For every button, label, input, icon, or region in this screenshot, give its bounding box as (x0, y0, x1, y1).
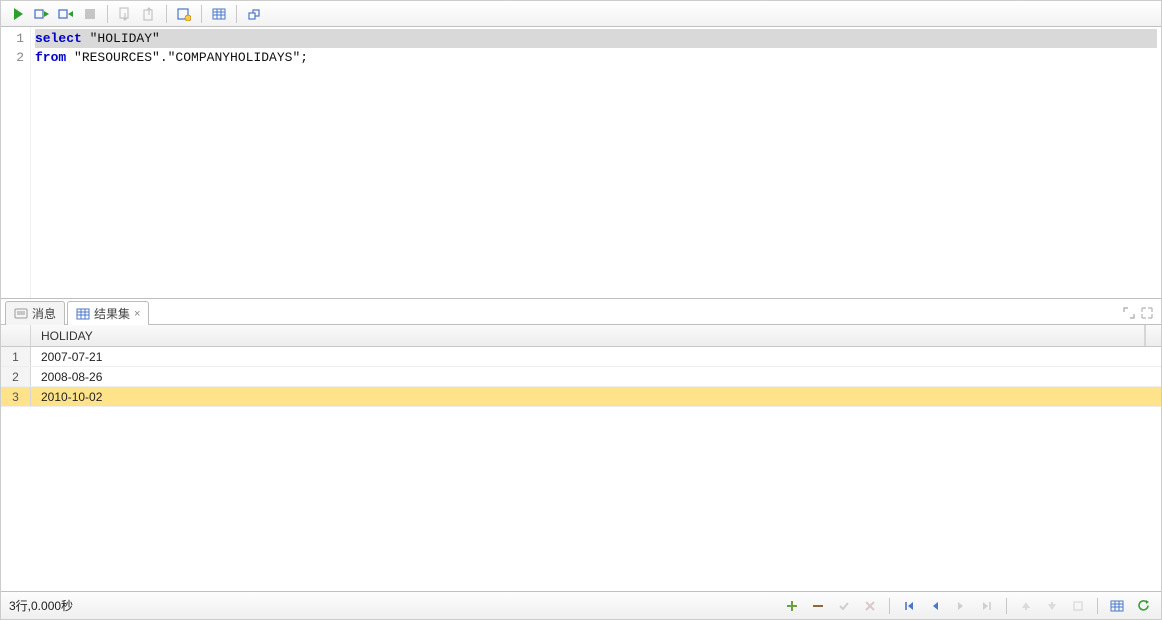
maximize-icon[interactable] (1123, 307, 1135, 322)
run-icon[interactable] (7, 3, 29, 25)
exec-step-icon[interactable] (31, 3, 53, 25)
toolbar-separator (166, 5, 167, 23)
export-sql-icon (114, 3, 136, 25)
clear-sort-icon (1068, 596, 1088, 616)
line-number: 2 (1, 48, 24, 67)
sort-desc-icon (1042, 596, 1062, 616)
pin-result-icon[interactable] (243, 3, 265, 25)
toolbar-separator (236, 5, 237, 23)
tab-messages[interactable]: 消息 (5, 301, 65, 325)
table-row[interactable]: 2 2008-08-26 (1, 367, 1161, 387)
grid-view-icon[interactable] (208, 3, 230, 25)
sql-keyword: select (35, 31, 82, 46)
last-page-icon (977, 596, 997, 616)
next-page-icon (951, 596, 971, 616)
tab-label: 结果集 (94, 305, 130, 322)
table-row[interactable]: 1 2007-07-21 (1, 347, 1161, 367)
cell[interactable]: 2010-10-02 (31, 387, 1161, 406)
row-number: 1 (1, 347, 31, 366)
line-number: 1 (1, 29, 24, 48)
grid-settings-icon[interactable] (1107, 596, 1127, 616)
tab-results[interactable]: 结果集 × (67, 301, 149, 325)
restore-icon[interactable] (1141, 307, 1153, 322)
status-text: 3行,0.000秒 (9, 597, 73, 614)
commit-icon (834, 596, 854, 616)
code-area[interactable]: select "HOLIDAY" from "RESOURCES"."COMPA… (31, 27, 1161, 298)
table-row[interactable]: 3 2010-10-02 (1, 387, 1161, 407)
grid-body[interactable]: 1 2007-07-21 2 2008-08-26 3 2010-10-02 (1, 347, 1161, 591)
grid-scroll-spacer (1145, 325, 1161, 346)
result-tabs: 消息 结果集 × (1, 299, 1161, 325)
sql-text: "RESOURCES"."COMPANYHOLIDAYS"; (66, 50, 308, 65)
stop-icon (79, 3, 101, 25)
sort-asc-icon (1016, 596, 1036, 616)
sql-console-window: 1 2 select "HOLIDAY" from "RESOURCES"."C… (0, 0, 1162, 620)
close-icon[interactable]: × (134, 308, 140, 320)
line-gutter: 1 2 (1, 27, 31, 298)
grid-header: HOLIDAY (1, 325, 1161, 347)
toolbar-separator (107, 5, 108, 23)
toolbar-separator (201, 5, 202, 23)
sql-editor-body[interactable]: 1 2 select "HOLIDAY" from "RESOURCES"."C… (1, 27, 1161, 298)
add-row-icon[interactable] (782, 596, 802, 616)
row-number: 2 (1, 367, 31, 386)
cell[interactable]: 2008-08-26 (31, 367, 1161, 386)
remove-row-icon[interactable] (808, 596, 828, 616)
sql-toolbar (1, 1, 1161, 27)
result-grid: HOLIDAY 1 2007-07-21 2 2008-08-26 3 2010… (1, 325, 1161, 591)
status-bar: 3行,0.000秒 (1, 591, 1161, 619)
row-header-corner (1, 325, 31, 346)
sql-history-icon[interactable] (173, 3, 195, 25)
rollback-icon (860, 596, 880, 616)
sql-keyword: from (35, 50, 66, 65)
prev-page-icon[interactable] (925, 596, 945, 616)
tab-label: 消息 (32, 305, 56, 322)
cell[interactable]: 2007-07-21 (31, 347, 1161, 366)
sql-editor: 1 2 select "HOLIDAY" from "RESOURCES"."C… (1, 27, 1161, 299)
refresh-icon[interactable] (1133, 596, 1153, 616)
first-page-icon[interactable] (899, 596, 919, 616)
sql-text: "HOLIDAY" (82, 31, 160, 46)
row-number: 3 (1, 387, 31, 406)
exec-plan-icon[interactable] (55, 3, 77, 25)
import-sql-icon (138, 3, 160, 25)
code-line: from "RESOURCES"."COMPANYHOLIDAYS"; (35, 50, 308, 65)
code-line: select "HOLIDAY" (35, 29, 1157, 48)
column-header[interactable]: HOLIDAY (31, 325, 1145, 346)
